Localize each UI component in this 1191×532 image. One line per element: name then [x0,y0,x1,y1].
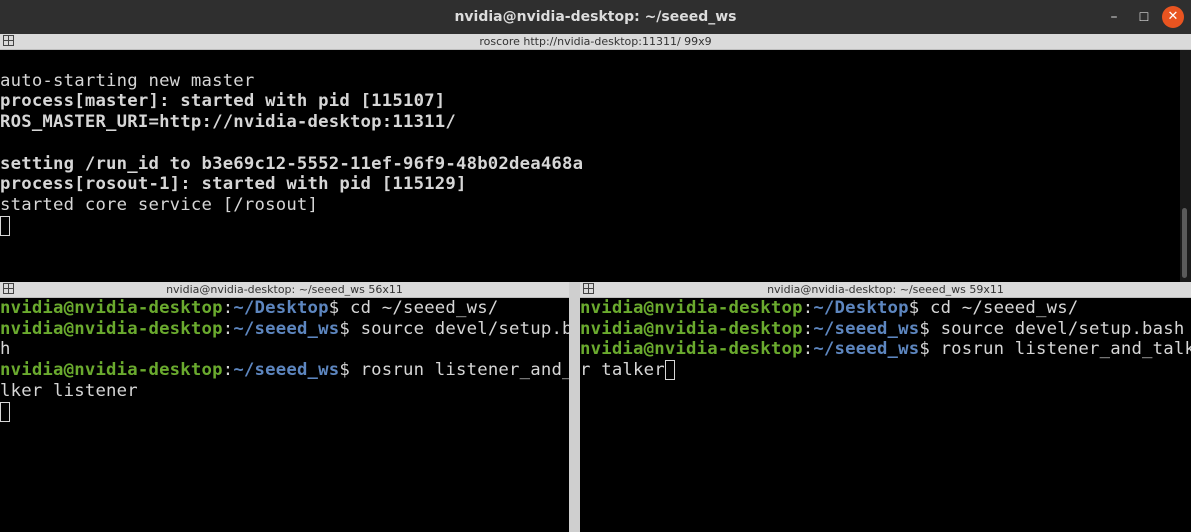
terminal-text: $ source devel/setup.bas [339,318,569,339]
terminal-line: nvidia@nvidia-desktop:~/seeed_ws$ rosrun… [580,339,1191,360]
window-title: nvidia@nvidia-desktop: ~/seeed_ws [454,9,737,25]
terminal-line: nvidia@nvidia-desktop:~/seeed_ws$ source… [580,319,1191,340]
top-terminal[interactable]: auto-starting new master process[master]:… [0,50,1180,282]
terminal-text: $ rosrun listener_and_ta [339,360,569,381]
maximize-icon[interactable]: ☐ [1132,5,1156,29]
top-pane-header[interactable]: roscore http://nvidia-desktop:11311/ 99x… [0,34,1191,50]
top-scrollbar-thumb[interactable] [1182,208,1187,278]
terminal-line: setting /run_id to b3e69c12-5552-11ef-96… [0,153,584,174]
terminal-line: nvidia@nvidia-desktop:~/seeed_ws$ rosrun… [0,360,569,381]
terminal-cursor [0,215,10,236]
right-pane-title: nvidia@nvidia-desktop: ~/seeed_ws 59x11 [767,283,1004,296]
top-pane-title: roscore http://nvidia-desktop:11311/ 99x… [479,35,712,48]
terminal-text: lker listener [0,380,138,401]
left-pane-title: nvidia@nvidia-desktop: ~/seeed_ws 56x11 [166,283,403,296]
prompt-path: ~/Desktop [813,298,909,318]
left-pane-header[interactable]: nvidia@nvidia-desktop: ~/seeed_ws 56x11 [0,282,569,298]
terminal-line: ROS_MASTER_URI=http://nvidia-desktop:113… [0,112,456,133]
terminal-text: : [802,298,814,318]
terminal-line: auto-starting new master [0,70,255,91]
top-terminal-output: auto-starting new master process[master]:… [0,50,1180,236]
terminal-text: : [802,339,814,360]
terminal-text: $ cd ~/seeed_ws/ [328,298,499,318]
terminal-text: : [222,360,234,381]
window-titlebar[interactable]: nvidia@nvidia-desktop: ~/seeed_ws – ☐ ✕ [0,0,1191,34]
terminal-line: nvidia@nvidia-desktop:~/Desktop$ cd ~/se… [580,298,1191,319]
terminal-text: $ source devel/setup.bash [919,318,1185,339]
prompt-path: ~/seeed_ws [233,318,340,339]
prompt-path: ~/seeed_ws [813,339,920,360]
terminal-cursor [0,401,10,422]
prompt-user: nvidia@nvidia-desktop [0,360,223,381]
minimize-icon[interactable]: – [1102,5,1126,29]
left-terminal[interactable]: nvidia@nvidia-desktop:~/Desktop$ cd ~/se… [0,298,569,532]
top-terminal-scrollbar[interactable] [1180,50,1191,282]
terminal-line: started core service [/rosout] [0,194,319,215]
prompt-user: nvidia@nvidia-desktop [0,318,223,339]
terminal-text: r talker [580,360,665,381]
terminal-text: : [222,298,234,318]
terminal-line: r talker [580,360,1191,381]
terminal-line: nvidia@nvidia-desktop:~/Desktop$ cd ~/se… [0,298,569,319]
terminal-text: : [222,318,234,339]
left-terminal-output: nvidia@nvidia-desktop:~/Desktop$ cd ~/se… [0,298,569,422]
terminal-text: $ rosrun listener_and_talke [919,339,1191,360]
pane-divider[interactable] [569,282,580,532]
terminal-line: process[master]: started with pid [11510… [0,91,446,112]
close-icon[interactable]: ✕ [1162,6,1184,28]
right-pane-header[interactable]: nvidia@nvidia-desktop: ~/seeed_ws 59x11 [580,282,1191,298]
prompt-path: ~/Desktop [233,298,329,318]
prompt-user: nvidia@nvidia-desktop [580,318,803,339]
terminal-text: h [0,339,11,360]
right-terminal-output: nvidia@nvidia-desktop:~/Desktop$ cd ~/se… [580,298,1191,381]
prompt-path: ~/seeed_ws [813,318,920,339]
terminal-text: : [802,318,814,339]
terminal-line: nvidia@nvidia-desktop:~/seeed_ws$ source… [0,319,569,340]
terminal-line: process[rosout-1]: started with pid [115… [0,174,467,195]
terminal-cursor [664,360,675,381]
right-terminal[interactable]: nvidia@nvidia-desktop:~/Desktop$ cd ~/se… [580,298,1191,532]
prompt-user: nvidia@nvidia-desktop [580,339,803,360]
terminal-line: lker listener [0,381,569,402]
prompt-user: nvidia@nvidia-desktop [0,298,223,318]
prompt-user: nvidia@nvidia-desktop [580,298,803,318]
terminal-line: h [0,339,569,360]
prompt-path: ~/seeed_ws [233,360,340,381]
terminal-text: $ cd ~/seeed_ws/ [908,298,1079,318]
